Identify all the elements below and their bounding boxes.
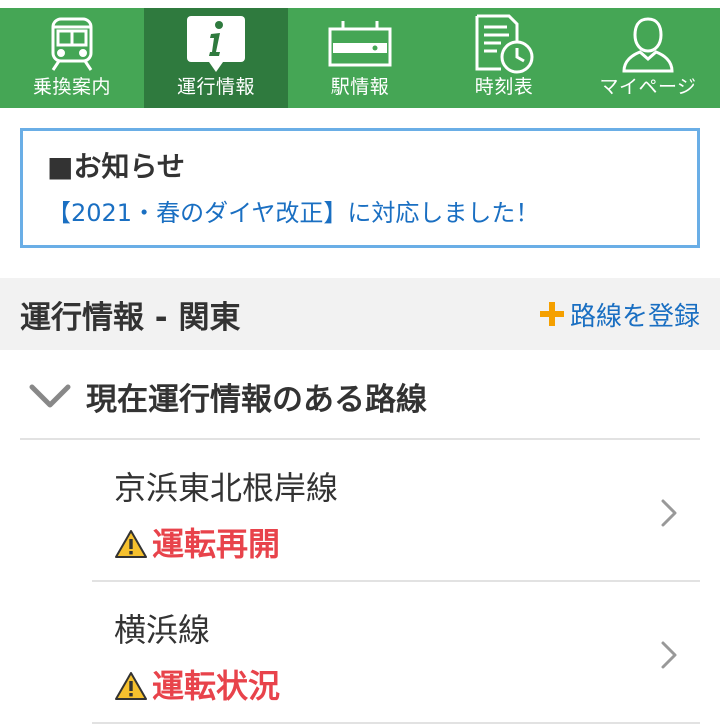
line-name: 京浜東北根岸線: [114, 469, 339, 507]
nav-item-timetable[interactable]: 時刻表: [432, 8, 576, 108]
station-sign-icon: [288, 8, 432, 74]
warning-icon: [115, 672, 147, 700]
nav-item-station[interactable]: 駅情報: [288, 8, 432, 108]
nav-label: 乗換案内: [32, 76, 111, 98]
register-line-label: 路線を登録: [569, 301, 700, 332]
chevron-down-icon: [29, 384, 71, 408]
plus-icon: [539, 302, 564, 326]
affected-lines-toggle[interactable]: 現在運行情報のある路線: [20, 354, 700, 440]
chevron-right-icon: [661, 641, 677, 669]
group-title: 現在運行情報のある路線: [86, 381, 427, 418]
section-header: 運行情報 - 関東 路線を登録: [0, 278, 720, 350]
user-icon: [576, 8, 720, 74]
nav-label: 駅情報: [330, 76, 390, 98]
page-title: 運行情報 - 関東: [20, 299, 241, 336]
status-text: 運転状況: [152, 667, 281, 705]
nav-label: 時刻表: [474, 76, 534, 98]
notice-box: ■お知らせ 【2021・春のダイヤ改正】に対応しました！: [20, 128, 700, 248]
register-line-button[interactable]: 路線を登録: [539, 296, 700, 333]
nav-item-service-info[interactable]: 運行情報: [144, 8, 288, 108]
line-row-yokohama[interactable]: 横浜線 運転状況: [92, 584, 700, 724]
line-row-keihin-tohoku[interactable]: 京浜東北根岸線 運転再開: [92, 442, 700, 582]
top-nav: 乗換案内 運行情報 駅情報 時刻表 マイページ: [0, 0, 720, 108]
warning-icon: [115, 530, 147, 558]
timetable-clock-icon: [432, 8, 576, 74]
nav-item-transit[interactable]: 乗換案内: [0, 8, 144, 108]
chevron-right-icon: [661, 499, 677, 527]
status-badge: 運転再開: [114, 522, 280, 566]
nav-item-mypage[interactable]: マイページ: [576, 8, 720, 108]
notice-link[interactable]: 【2021・春のダイヤ改正】に対応しました！: [47, 195, 673, 231]
line-name: 横浜線: [114, 611, 211, 649]
notice-title: ■お知らせ: [47, 150, 185, 183]
status-text: 運転再開: [152, 525, 281, 563]
nav-label: マイページ: [599, 76, 697, 98]
train-icon: [0, 8, 144, 74]
info-icon: [144, 8, 288, 74]
nav-label: 運行情報: [176, 76, 255, 98]
status-badge: 運転状況: [114, 664, 280, 708]
